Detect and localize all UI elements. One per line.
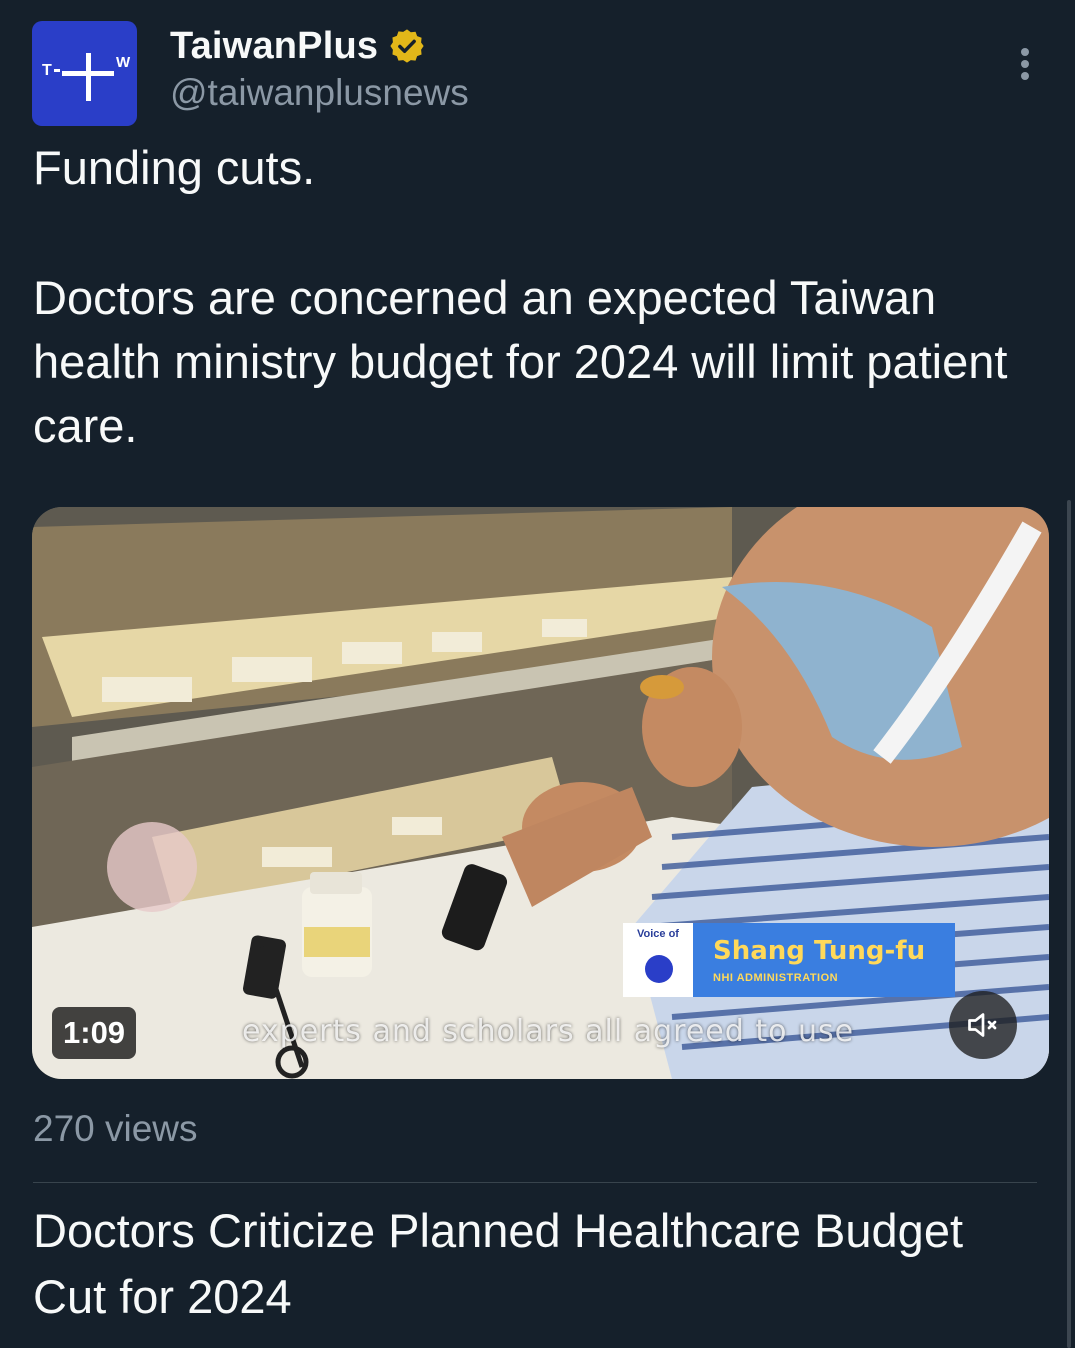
voice-logo-icon	[645, 955, 673, 983]
video-player[interactable]: Voice of Shang Tung-fu NHI ADMINISTRATIO…	[32, 507, 1049, 1079]
taiwanplus-logo: T W	[42, 53, 131, 101]
view-count: 270 views	[33, 1108, 198, 1149]
mute-button[interactable]	[949, 991, 1017, 1059]
more-options-icon[interactable]	[1005, 44, 1045, 84]
speaker-muted-icon	[968, 1013, 997, 1037]
voice-label: Voice of	[637, 928, 679, 940]
video-title[interactable]: Doctors Criticize Planned Healthcare Bud…	[33, 1198, 1043, 1330]
verified-badge-icon[interactable]	[388, 27, 426, 65]
more-dot	[1021, 60, 1029, 68]
more-dot	[1021, 48, 1029, 56]
scrollbar[interactable]	[1067, 500, 1071, 1348]
display-name[interactable]: TaiwanPlus	[170, 25, 378, 68]
avatar[interactable]: T W	[32, 21, 137, 126]
lower-third: Voice of Shang Tung-fu NHI ADMINISTRATIO…	[623, 923, 956, 997]
speaker-title: NHI ADMINISTRATION	[713, 972, 839, 984]
more-dot	[1021, 72, 1029, 80]
name-plate: Shang Tung-fu NHI ADMINISTRATION	[693, 923, 956, 997]
avatar-letter-left: T	[42, 62, 52, 79]
display-name-row: TaiwanPlus	[170, 22, 469, 70]
author-block: TaiwanPlus @taiwanplusnews	[170, 22, 469, 114]
video-duration: 1:09	[52, 1007, 137, 1059]
speaker-name: Shang Tung-fu	[713, 936, 926, 966]
tweet-paragraph: Doctors are concerned an expected Taiwan…	[33, 271, 1008, 452]
tweet-paragraph: Funding cuts.	[33, 141, 316, 194]
tweet-text: Funding cuts. Doctors are concerned an e…	[33, 136, 1043, 458]
video-subtitle: experts and scholars all agreed to use	[242, 1014, 855, 1049]
divider	[33, 1182, 1037, 1183]
avatar-letter-right: W	[116, 54, 131, 71]
voice-of-badge: Voice of	[623, 923, 693, 997]
user-handle[interactable]: @taiwanplusnews	[170, 72, 469, 114]
